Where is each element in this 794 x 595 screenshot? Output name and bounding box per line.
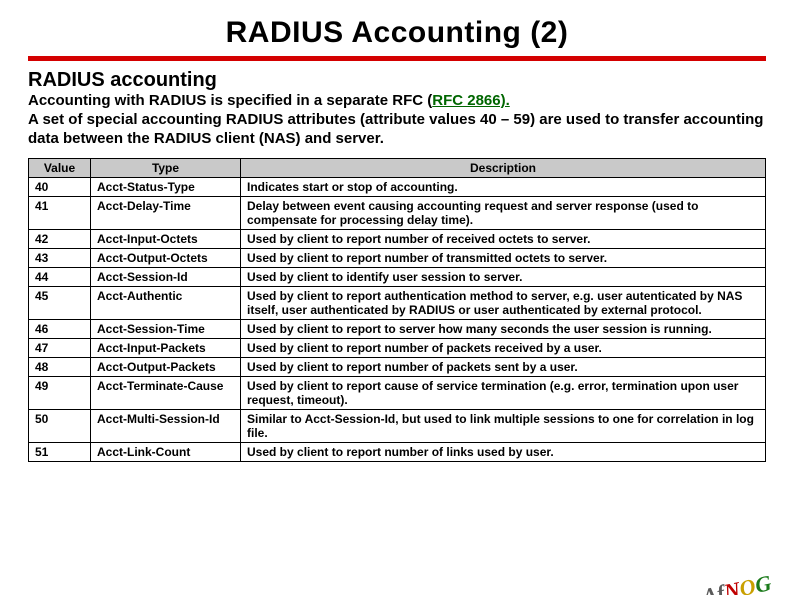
cell-value: 42 (29, 230, 91, 249)
cell-value: 48 (29, 358, 91, 377)
table-row: 45Acct-AuthenticUsed by client to report… (29, 287, 766, 320)
cell-value: 41 (29, 197, 91, 230)
slide: RADIUS Accounting (2) RADIUS accounting … (0, 16, 794, 595)
title-underline (28, 56, 766, 61)
col-header-description: Description (241, 159, 766, 178)
cell-type: Acct-Input-Packets (91, 339, 241, 358)
logo-af: Af (700, 580, 727, 595)
logo-g: G (753, 570, 774, 595)
cell-value: 43 (29, 249, 91, 268)
col-header-value: Value (29, 159, 91, 178)
cell-description: Used by client to report to server how m… (241, 320, 766, 339)
afnog-logo: AfNOG (695, 569, 780, 595)
col-header-type: Type (91, 159, 241, 178)
content-area: RADIUS accounting Accounting with RADIUS… (28, 69, 766, 462)
cell-value: 51 (29, 443, 91, 462)
cell-type: Acct-Output-Packets (91, 358, 241, 377)
section-heading: RADIUS accounting (28, 69, 766, 92)
cell-description: Used by client to report number of packe… (241, 358, 766, 377)
table-row: 47Acct-Input-PacketsUsed by client to re… (29, 339, 766, 358)
cell-type: Acct-Session-Id (91, 268, 241, 287)
table-row: 43Acct-Output-OctetsUsed by client to re… (29, 249, 766, 268)
cell-value: 45 (29, 287, 91, 320)
cell-description: Used by client to report number of packe… (241, 339, 766, 358)
cell-type: Acct-Output-Octets (91, 249, 241, 268)
table-row: 51Acct-Link-CountUsed by client to repor… (29, 443, 766, 462)
cell-type: Acct-Link-Count (91, 443, 241, 462)
cell-value: 44 (29, 268, 91, 287)
table-row: 42Acct-Input-OctetsUsed by client to rep… (29, 230, 766, 249)
intro-paragraph: Accounting with RADIUS is specified in a… (28, 92, 766, 148)
cell-description: Used by client to identify user session … (241, 268, 766, 287)
table-row: 44Acct-Session-IdUsed by client to ident… (29, 268, 766, 287)
page-title: RADIUS Accounting (2) (0, 16, 794, 50)
logo-n: N (722, 577, 743, 595)
table-row: 46Acct-Session-TimeUsed by client to rep… (29, 320, 766, 339)
cell-type: Acct-Terminate-Cause (91, 377, 241, 410)
cell-description: Used by client to report cause of servic… (241, 377, 766, 410)
intro-text-line2: A set of special accounting RADIUS attri… (28, 111, 763, 147)
cell-type: Acct-Status-Type (91, 178, 241, 197)
table-row: 49Acct-Terminate-CauseUsed by client to … (29, 377, 766, 410)
logo-o: O (737, 573, 758, 595)
cell-value: 40 (29, 178, 91, 197)
table-row: 48Acct-Output-PacketsUsed by client to r… (29, 358, 766, 377)
cell-type: Acct-Authentic (91, 287, 241, 320)
cell-value: 49 (29, 377, 91, 410)
intro-text-prefix: Accounting with RADIUS is specified in a… (28, 92, 432, 109)
cell-value: 46 (29, 320, 91, 339)
cell-value: 47 (29, 339, 91, 358)
cell-description: Used by client to report number of links… (241, 443, 766, 462)
table-body: 40Acct-Status-TypeIndicates start or sto… (29, 178, 766, 462)
cell-description: Used by client to report authentication … (241, 287, 766, 320)
cell-description: Similar to Acct-Session-Id, but used to … (241, 410, 766, 443)
rfc-link[interactable]: RFC 2866). (432, 92, 510, 109)
table-header-row: Value Type Description (29, 159, 766, 178)
cell-value: 50 (29, 410, 91, 443)
cell-type: Acct-Input-Octets (91, 230, 241, 249)
cell-type: Acct-Multi-Session-Id (91, 410, 241, 443)
table-row: 40Acct-Status-TypeIndicates start or sto… (29, 178, 766, 197)
attributes-table: Value Type Description 40Acct-Status-Typ… (28, 158, 766, 462)
cell-description: Delay between event causing accounting r… (241, 197, 766, 230)
cell-description: Indicates start or stop of accounting. (241, 178, 766, 197)
cell-description: Used by client to report number of trans… (241, 249, 766, 268)
cell-description: Used by client to report number of recei… (241, 230, 766, 249)
cell-type: Acct-Delay-Time (91, 197, 241, 230)
cell-type: Acct-Session-Time (91, 320, 241, 339)
table-row: 50Acct-Multi-Session-IdSimilar to Acct-S… (29, 410, 766, 443)
table-row: 41Acct-Delay-TimeDelay between event cau… (29, 197, 766, 230)
